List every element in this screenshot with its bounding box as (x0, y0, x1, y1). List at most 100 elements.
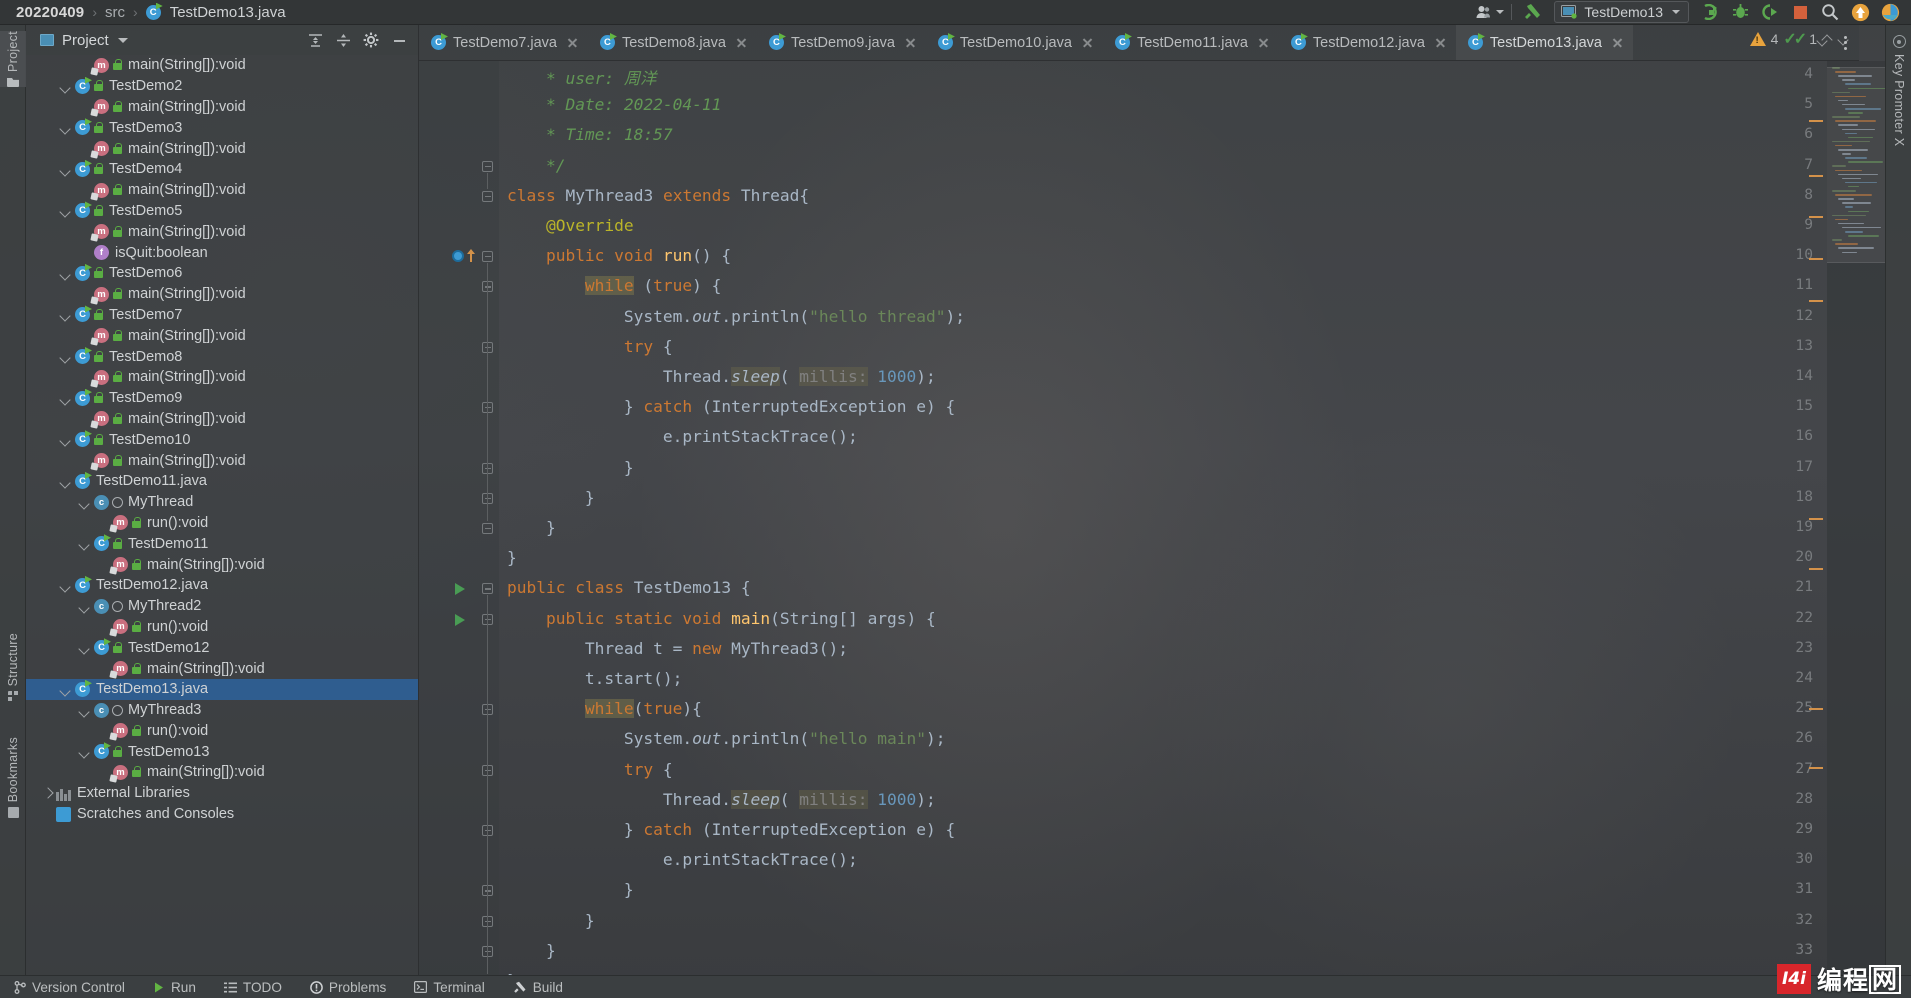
code-line[interactable]: public void run() { (507, 246, 731, 265)
close-icon[interactable] (1257, 36, 1270, 49)
code-line[interactable]: */ (507, 156, 566, 175)
tree-toggle-icon[interactable] (78, 496, 91, 509)
breadcrumb-project[interactable]: 20220409 (16, 4, 84, 21)
close-icon[interactable] (735, 36, 748, 49)
tree-toggle-icon[interactable] (78, 641, 91, 654)
tree-item[interactable]: m main(String[]):void (26, 284, 418, 305)
hide-panel-icon[interactable] (386, 28, 412, 52)
code-line[interactable]: } (507, 911, 595, 930)
tree-item[interactable]: m main(String[]):void (26, 450, 418, 471)
tree-item[interactable]: m run():void (26, 617, 418, 638)
tree-item[interactable]: C TestDemo12.java (26, 575, 418, 596)
tree-item[interactable]: C TestDemo13 (26, 741, 418, 762)
chevron-down-icon[interactable] (117, 37, 128, 43)
tree-item[interactable]: C TestDemo11.java (26, 471, 418, 492)
project-tree[interactable]: m main(String[]):void C TestDemo2 m main(Stri… (26, 55, 418, 975)
build-hammer-icon[interactable] (1518, 0, 1548, 24)
expand-all-icon[interactable] (302, 28, 328, 52)
run-gutter-icon[interactable] (455, 613, 465, 626)
tree-item[interactable]: C TestDemo4 (26, 159, 418, 180)
code-line[interactable]: Thread t = new MyThread3(); (507, 639, 848, 658)
run-gutter-icon[interactable] (455, 583, 465, 596)
fold-end-icon[interactable] (481, 522, 494, 535)
tree-toggle-icon[interactable] (59, 163, 72, 176)
code-line[interactable]: Thread.sleep( millis: 1000); (507, 367, 936, 386)
close-icon[interactable] (566, 36, 579, 49)
tree-item[interactable]: m run():void (26, 721, 418, 742)
code-line[interactable]: } catch (InterruptedException e) { (507, 397, 955, 416)
tree-item[interactable]: m main(String[]):void (26, 55, 418, 76)
tree-item[interactable]: m main(String[]):void (26, 325, 418, 346)
tree-toggle-icon[interactable] (59, 392, 72, 405)
tree-toggle-icon[interactable] (78, 537, 91, 550)
fold-end-icon[interactable] (481, 160, 494, 173)
status-bar-item-terminal[interactable]: Terminal (400, 976, 498, 998)
ide-features-icon[interactable] (1875, 0, 1905, 24)
tree-toggle-icon[interactable] (59, 579, 72, 592)
status-bar-item-run[interactable]: Run (139, 976, 210, 998)
tree-item[interactable]: m main(String[]):void (26, 97, 418, 118)
tree-item[interactable]: m main(String[]):void (26, 762, 418, 783)
code-line[interactable]: System.out.println("hello main"); (507, 729, 946, 748)
stop-icon[interactable] (1785, 0, 1815, 24)
tree-item[interactable]: C TestDemo11 (26, 533, 418, 554)
minimap-viewport[interactable] (1827, 67, 1885, 263)
tree-toggle-icon[interactable] (59, 308, 72, 321)
tree-item[interactable]: C TestDemo12 (26, 637, 418, 658)
tree-toggle-icon[interactable] (59, 121, 72, 134)
tree-item[interactable]: m main(String[]):void (26, 367, 418, 388)
status-bar-item-build[interactable]: Build (499, 976, 577, 998)
close-icon[interactable] (904, 36, 917, 49)
status-bar-item-problems[interactable]: Problems (296, 976, 400, 998)
sidebar-item-structure[interactable]: Structure (0, 633, 26, 703)
warning-stripe-marker[interactable] (1809, 300, 1823, 303)
search-everywhere-icon[interactable] (1815, 0, 1845, 24)
code-line[interactable]: } (507, 548, 517, 567)
tree-item[interactable]: C TestDemo3 (26, 117, 418, 138)
tree-item[interactable]: m main(String[]):void (26, 554, 418, 575)
tree-item[interactable]: m main(String[]):void (26, 658, 418, 679)
fold-collapse-icon[interactable] (481, 250, 494, 263)
warning-stripe-marker[interactable] (1809, 216, 1823, 219)
warning-stripe-marker[interactable] (1809, 518, 1823, 521)
code-line[interactable]: } catch (InterruptedException e) { (507, 820, 955, 839)
warning-stripe-marker[interactable] (1809, 767, 1823, 770)
code-line[interactable]: class MyThread3 extends Thread{ (507, 186, 809, 205)
editor-tab[interactable]: C TestDemo13.java (1455, 25, 1633, 60)
code-line[interactable]: } (507, 488, 595, 507)
warning-stripe-marker[interactable] (1809, 568, 1823, 571)
code-line[interactable]: } (507, 458, 634, 477)
close-icon[interactable] (1434, 36, 1447, 49)
previous-highlight-icon[interactable] (1822, 34, 1833, 45)
status-bar-item-todo[interactable]: TODO (210, 976, 296, 998)
tree-toggle-icon[interactable] (59, 80, 72, 93)
code-line[interactable]: public static void main(String[] args) { (507, 609, 936, 628)
tree-item[interactable]: C TestDemo2 (26, 76, 418, 97)
editor-tab[interactable]: C TestDemo12.java (1279, 25, 1456, 60)
editor-tab[interactable]: C TestDemo11.java (1103, 25, 1279, 60)
sidebar-item-project[interactable]: Project (0, 31, 26, 88)
fold-collapse-icon[interactable] (481, 190, 494, 203)
tree-toggle-icon[interactable] (78, 704, 91, 717)
collapse-all-icon[interactable] (330, 28, 356, 52)
warning-stripe-marker[interactable] (1809, 708, 1823, 711)
code-line[interactable]: e.printStackTrace(); (507, 427, 858, 446)
tree-toggle-icon[interactable] (40, 787, 53, 800)
tree-item[interactable]: c MyThread3 (26, 700, 418, 721)
tree-item[interactable]: Scratches and Consoles (26, 804, 418, 825)
editor-tab[interactable]: C TestDemo8.java (588, 25, 757, 60)
fold-collapse-icon[interactable] (481, 582, 494, 595)
breadcrumb-folder[interactable]: src (105, 4, 125, 21)
tree-item[interactable]: C TestDemo9 (26, 388, 418, 409)
sidebar-item-bookmarks[interactable]: Bookmarks (0, 737, 26, 819)
tree-toggle-icon[interactable] (59, 683, 72, 696)
tree-item[interactable]: c MyThread (26, 492, 418, 513)
close-icon[interactable] (1081, 36, 1094, 49)
tree-item[interactable]: External Libraries (26, 783, 418, 804)
debug-icon[interactable] (1725, 0, 1755, 24)
close-icon[interactable] (1611, 36, 1624, 49)
tree-item[interactable]: c MyThread2 (26, 596, 418, 617)
tree-item[interactable]: m main(String[]):void (26, 221, 418, 242)
tree-item[interactable]: m main(String[]):void (26, 409, 418, 430)
tree-toggle-icon[interactable] (59, 433, 72, 446)
